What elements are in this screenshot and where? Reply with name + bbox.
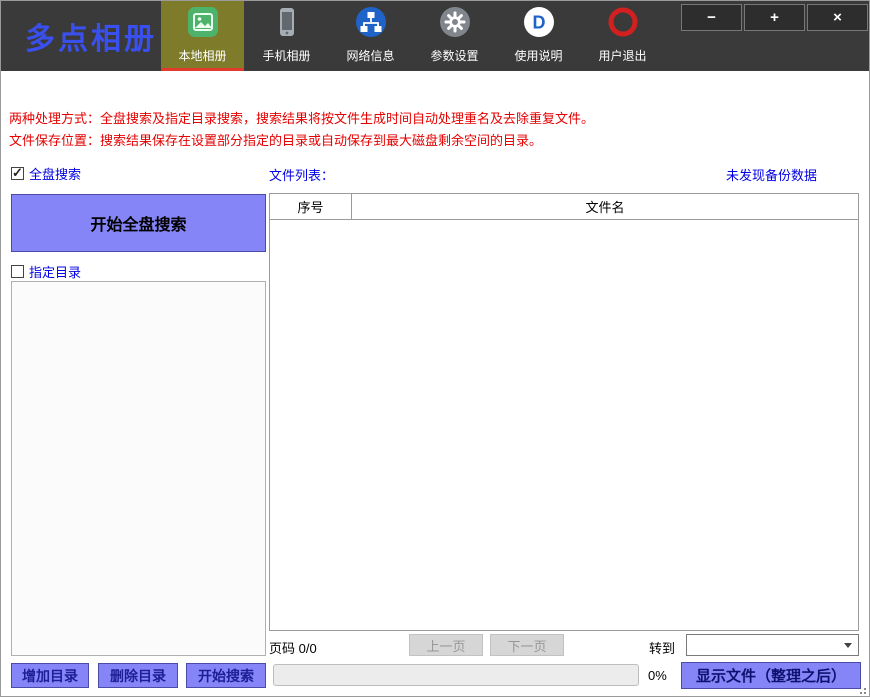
- checkbox-checked-icon: [11, 167, 24, 180]
- show-files-button[interactable]: 显示文件（整理之后）: [681, 662, 861, 689]
- close-button[interactable]: ×: [807, 4, 868, 31]
- tab-label: 参数设置: [430, 50, 478, 63]
- help-icon: D: [523, 6, 555, 38]
- minimize-button[interactable]: −: [681, 4, 742, 31]
- column-header-seq[interactable]: 序号: [270, 194, 352, 219]
- prev-page-button[interactable]: 上一页: [409, 634, 483, 656]
- app-title: 多点相册: [25, 14, 157, 58]
- tab-exit[interactable]: 用户退出: [581, 1, 664, 71]
- tab-local-album[interactable]: 本地相册: [161, 1, 244, 71]
- column-header-filename[interactable]: 文件名: [352, 194, 858, 219]
- start-full-scan-button[interactable]: 开始全盘搜索: [11, 194, 266, 252]
- add-directory-button[interactable]: 增加目录: [11, 663, 89, 688]
- title-bar: 多点相册 本地相册 手机相册 网络信息: [1, 1, 869, 71]
- directory-listbox[interactable]: [11, 281, 266, 656]
- remove-directory-button[interactable]: 删除目录: [98, 663, 178, 688]
- notice-line-1: 两种处理方式：全盘搜索及指定目录搜索，搜索结果将按文件生成时间自动处理重名及去除…: [9, 108, 594, 127]
- full-scan-label: 全盘搜索: [29, 164, 81, 183]
- page-select-dropdown[interactable]: [686, 634, 859, 656]
- maximize-button[interactable]: +: [744, 4, 805, 31]
- backup-status: 未发现备份数据: [726, 165, 817, 184]
- tab-bar: 本地相册 手机相册 网络信息 参数设置: [161, 1, 665, 71]
- tab-label: 网络信息: [346, 50, 394, 63]
- app-window: 多点相册 本地相册 手机相册 网络信息: [0, 0, 870, 697]
- page-indicator: 页码 0/0: [269, 638, 317, 657]
- start-search-button[interactable]: 开始搜索: [186, 663, 266, 688]
- phone-icon: [271, 6, 303, 38]
- network-icon: [355, 6, 387, 38]
- file-list-label: 文件列表：: [269, 165, 334, 184]
- specified-dir-label: 指定目录: [29, 262, 81, 281]
- file-table-body[interactable]: [270, 221, 858, 630]
- next-page-button[interactable]: 下一页: [490, 634, 564, 656]
- checkbox-unchecked-icon: [11, 265, 24, 278]
- tab-label: 使用说明: [514, 50, 562, 63]
- file-table-header: 序号 文件名: [270, 194, 858, 220]
- chevron-down-icon: [844, 643, 852, 648]
- goto-label: 转到: [649, 638, 675, 657]
- tab-label: 用户退出: [598, 50, 646, 63]
- resize-grip[interactable]: [856, 684, 866, 694]
- window-controls: − + ×: [679, 4, 868, 31]
- progress-bar: [273, 664, 639, 686]
- tab-network-info[interactable]: 网络信息: [329, 1, 412, 71]
- specified-dir-checkbox[interactable]: 指定目录: [11, 262, 81, 281]
- tab-label: 手机相册: [262, 50, 310, 63]
- gear-icon: [439, 6, 471, 38]
- file-table: 序号 文件名: [269, 193, 859, 631]
- tab-label: 本地相册: [178, 50, 226, 63]
- exit-icon: [607, 6, 639, 38]
- tab-settings[interactable]: 参数设置: [413, 1, 496, 71]
- progress-percent: 0%: [648, 668, 667, 683]
- tab-phone-album[interactable]: 手机相册: [245, 1, 328, 71]
- photo-album-icon: [187, 6, 219, 38]
- notice-line-2: 文件保存位置：搜索结果保存在设置部分指定的目录或自动保存到最大磁盘剩余空间的目录…: [9, 130, 542, 149]
- tab-help[interactable]: D 使用说明: [497, 1, 580, 71]
- full-scan-checkbox[interactable]: 全盘搜索: [11, 164, 81, 183]
- svg-text:D: D: [532, 13, 545, 33]
